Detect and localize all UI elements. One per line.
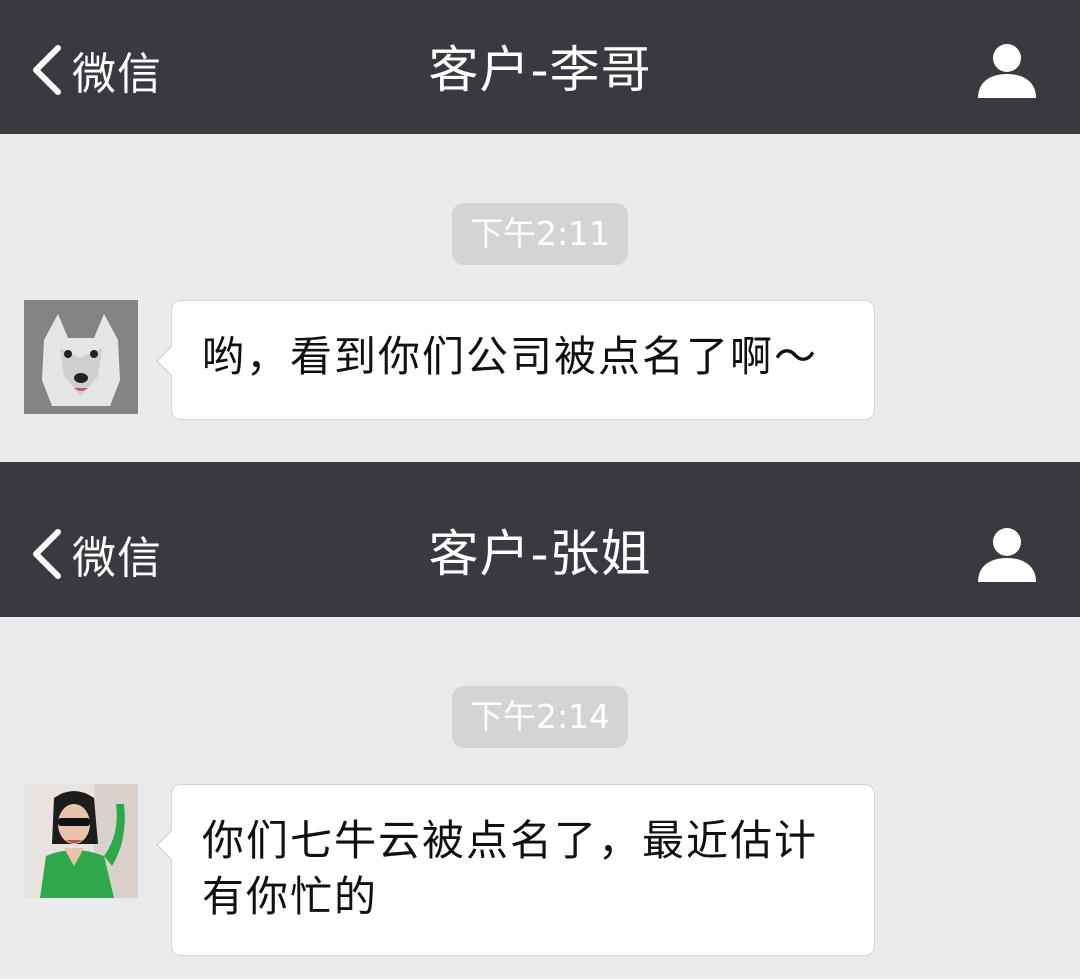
message-text: 你们七牛云被点名了，最近估计有你忙的 xyxy=(202,816,819,921)
chat-screen-li: 微信 客户-李哥 下午2:11 哟，看到你们公司被点名了啊～ xyxy=(0,0,1080,462)
chat-title: 客户-李哥 xyxy=(428,41,652,99)
chat-screen-zhang: 微信 客户-张姐 下午2:14 你们七牛云被点名了，最近估计有你忙的 xyxy=(0,462,1080,979)
message-bubble[interactable]: 哟，看到你们公司被点名了啊～ xyxy=(156,300,875,420)
message-text: 哟，看到你们公司被点名了啊～ xyxy=(202,332,819,381)
nav-bar: 微信 客户-李哥 xyxy=(0,0,1080,134)
chat-title: 客户-张姐 xyxy=(428,525,652,583)
person-icon xyxy=(976,524,1038,584)
message-bubble[interactable]: 你们七牛云被点名了，最近估计有你忙的 xyxy=(156,784,875,956)
chat-info-button[interactable] xyxy=(976,40,1038,100)
nav-bar: 微信 客户-张姐 xyxy=(0,462,1080,617)
wolf-avatar[interactable] xyxy=(24,300,138,414)
chat-info-button[interactable] xyxy=(976,524,1038,584)
time-badge: 下午2:11 xyxy=(451,203,629,265)
woman-green-dress-avatar[interactable] xyxy=(24,784,138,898)
person-icon xyxy=(976,40,1038,100)
time-badge: 下午2:14 xyxy=(451,686,629,748)
